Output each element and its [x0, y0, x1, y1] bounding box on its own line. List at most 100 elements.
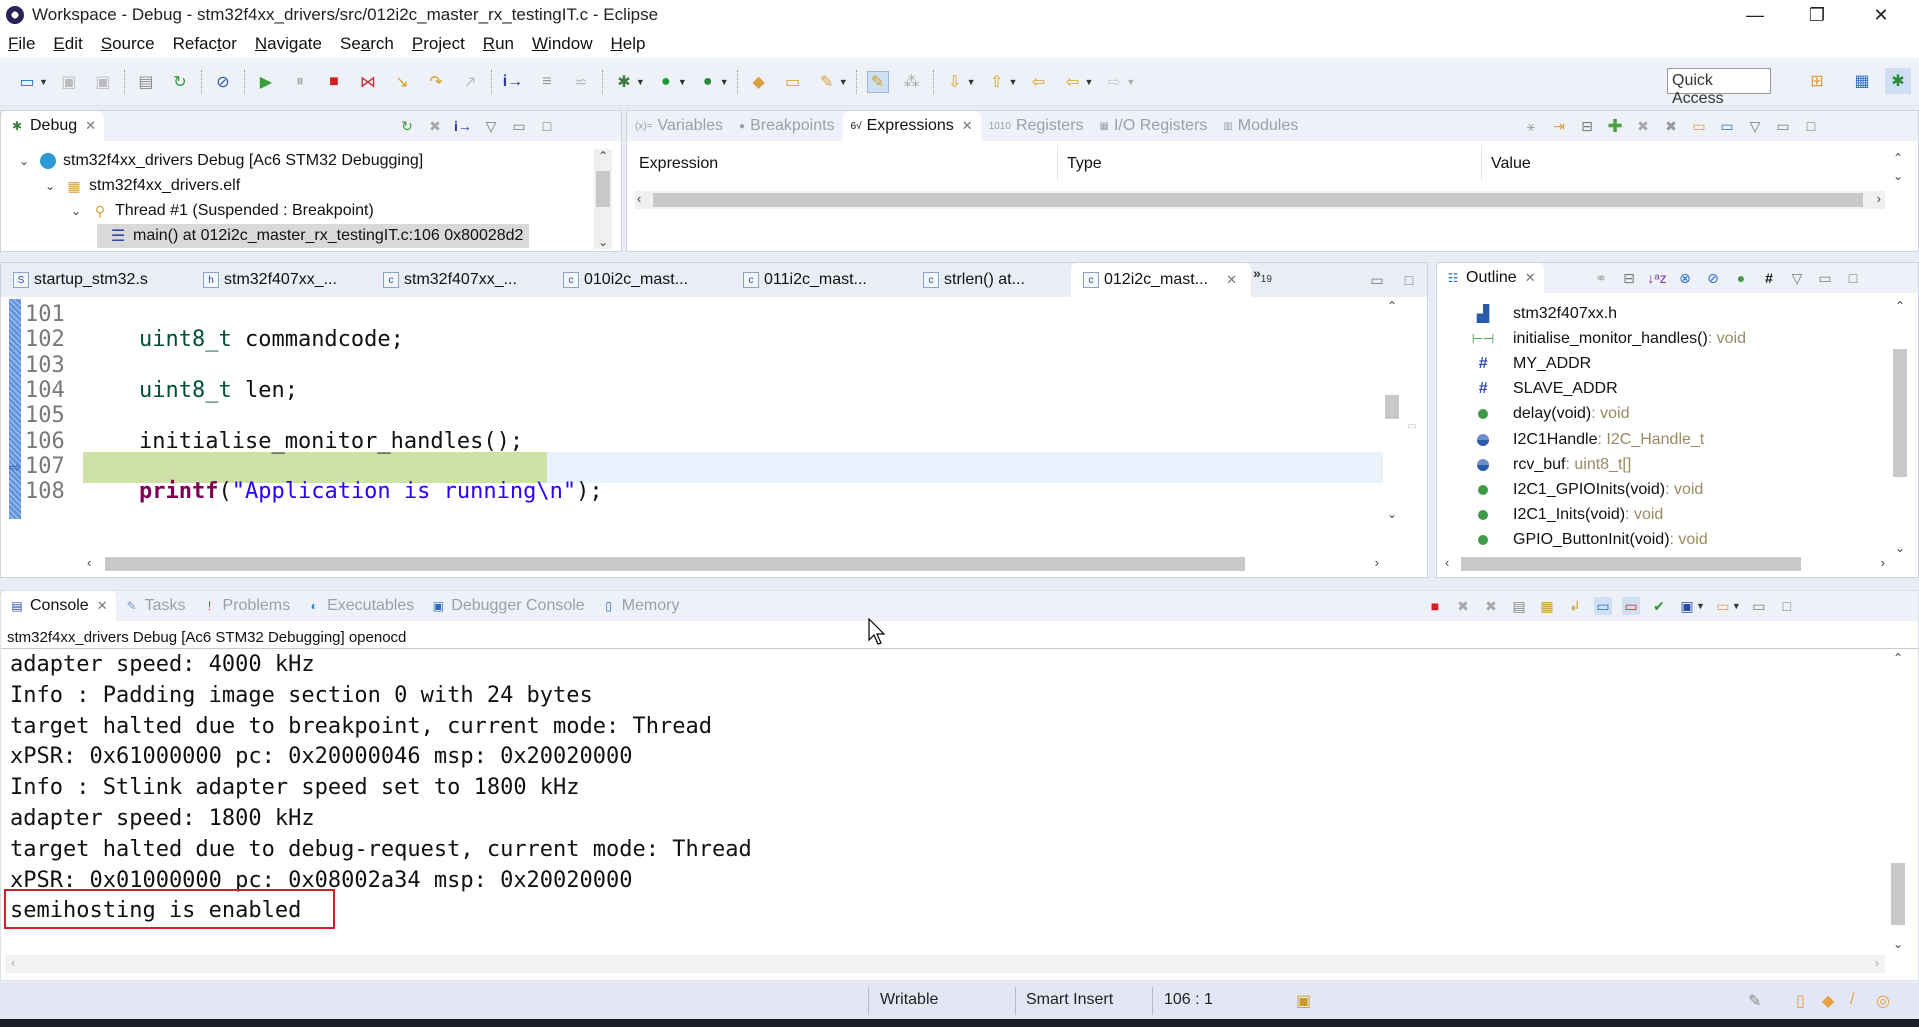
tab-console[interactable]: ▤ Console ✕	[1, 591, 116, 621]
save-icon[interactable]: ▣	[58, 71, 80, 93]
outline-item[interactable]: I2C1_GPIOInits(void) : void	[1437, 477, 1703, 502]
search-pen-icon[interactable]: ✎	[816, 71, 838, 93]
menu-file[interactable]: File	[8, 34, 35, 54]
remove-launch-icon[interactable]: ✖	[1454, 597, 1472, 615]
scroll-right-icon[interactable]: ›	[1881, 555, 1885, 570]
scroll-left-icon[interactable]: ‹	[11, 955, 15, 970]
quick-access-input[interactable]: Quick Access	[1667, 68, 1771, 107]
scroll-thumb[interactable]	[105, 557, 1245, 571]
tab-outline[interactable]: ☷ Outline ✕	[1437, 263, 1544, 293]
next-annotation-dropdown-icon[interactable]: ▼	[967, 77, 976, 87]
tab-problems[interactable]: ! Problems	[194, 591, 299, 621]
display-console-dropdown-icon[interactable]: ▼	[1696, 601, 1705, 611]
terminate-icon[interactable]: ■	[1426, 597, 1444, 615]
show-when-stderr-icon[interactable]: ▭	[1622, 597, 1640, 615]
next-annotation-icon[interactable]: ⇩	[944, 71, 966, 93]
new-dropdown-icon[interactable]: ▼	[39, 77, 48, 87]
debug-tree-item[interactable]: ⌄ ⚲ Thread #1 (Suspended : Breakpoint)	[71, 199, 374, 223]
editor-tab[interactable]: Sstartup_stm32.s	[1, 263, 191, 297]
scroll-down-icon[interactable]: ⌄	[1893, 169, 1903, 183]
scroll-thumb[interactable]	[596, 171, 610, 207]
display-console-icon[interactable]: ▣	[1678, 597, 1696, 615]
expand-chevron-icon[interactable]: ⌄	[45, 179, 57, 193]
maximize-editor-icon[interactable]: □	[1400, 271, 1418, 289]
scroll-lock-icon[interactable]: ▦	[1538, 597, 1556, 615]
link-with-editor-icon[interactable]: ⚭	[1592, 269, 1610, 287]
tab-debugger-console[interactable]: ▣ Debugger Console	[422, 591, 592, 621]
expand-chevron-icon[interactable]: ⌄	[71, 204, 83, 218]
word-wrap-icon[interactable]: ↲	[1566, 597, 1584, 615]
external-tools-icon[interactable]: ●	[697, 71, 719, 93]
menu-window[interactable]: Window	[532, 34, 592, 54]
scroll-right-icon[interactable]: ›	[1375, 555, 1379, 570]
show-type-names-icon[interactable]: ⚹	[1522, 117, 1540, 135]
debug-tree-item[interactable]: ⌄ ▦ stm32f4xx_drivers.elf	[45, 174, 240, 198]
editor-tab[interactable]: h stm32f407xx_...	[191, 263, 371, 297]
tab-modules[interactable]: ▥ Modules	[1215, 111, 1306, 141]
minimize-editor-icon[interactable]: ▭	[1368, 271, 1386, 289]
debug-tree-item[interactable]: ⌄ stm32f4xx_drivers Debug [Ac6 STM32 Debu…	[19, 149, 423, 173]
search-dropdown-icon[interactable]: ▼	[839, 77, 848, 87]
show-when-stdout-icon[interactable]: ▭	[1594, 597, 1612, 615]
close-tab-icon[interactable]: ✕	[962, 118, 973, 134]
run-icon[interactable]: ●	[655, 71, 677, 93]
scroll-thumb[interactable]	[1893, 349, 1907, 477]
build-status-icon[interactable]: ▣	[1296, 991, 1311, 1011]
menu-search[interactable]: Search	[340, 34, 394, 54]
debug-tree-scrollbar[interactable]: ⌃ ⌄	[594, 149, 612, 249]
disconnect-icon[interactable]: ⋈	[357, 71, 379, 93]
menu-navigate[interactable]: Navigate	[255, 34, 322, 54]
minimize-button[interactable]: —	[1732, 0, 1778, 30]
remove-all-expressions-icon[interactable]: ✖	[1662, 117, 1680, 135]
external-tools-dropdown-icon[interactable]: ▼	[720, 77, 729, 87]
close-tab-icon[interactable]: ✕	[97, 598, 108, 614]
outline-hscrollbar[interactable]: ‹ ›	[1443, 555, 1889, 573]
menu-edit[interactable]: Edit	[53, 34, 82, 54]
cpp-perspective-icon[interactable]: ▦	[1851, 70, 1873, 92]
remove-all-terminated-icon[interactable]: ✖	[1482, 597, 1500, 615]
hide-macros-icon[interactable]: #	[1760, 269, 1778, 287]
console-hscrollbar[interactable]: ‹ ›	[5, 955, 1885, 973]
prev-annotation-dropdown-icon[interactable]: ▼	[1009, 77, 1018, 87]
collapse-all-icon[interactable]: ⊟	[1578, 117, 1596, 135]
forward-dropdown-icon[interactable]: ▼	[1126, 77, 1135, 87]
outline-item[interactable]: delay(void) : void	[1437, 402, 1630, 427]
relaunch-icon[interactable]: ↻	[169, 71, 191, 93]
scroll-up-icon[interactable]: ⌃	[1383, 299, 1401, 313]
minimize-view-icon[interactable]: ▭	[1750, 597, 1768, 615]
close-tab-icon[interactable]: ✕	[1525, 270, 1536, 286]
open-folder-icon[interactable]: ▭	[782, 71, 804, 93]
hide-fields-icon[interactable]: ⊗	[1676, 269, 1694, 287]
minimize-view-icon[interactable]: ▭	[1774, 117, 1792, 135]
tutorial-icon[interactable]: ◆	[1822, 991, 1834, 1011]
terminate-icon[interactable]: ■	[323, 71, 345, 93]
outline-item[interactable]: GPIO_ButtonInit(void) : void	[1437, 528, 1708, 553]
skip-breakpoints-icon[interactable]: ⊘	[212, 71, 234, 93]
editor-hscrollbar[interactable]: ‹ ›	[83, 555, 1383, 573]
code-line[interactable]: 108 printf("Application is running\n");	[1, 476, 603, 507]
scroll-up-icon[interactable]: ⌃	[1893, 151, 1903, 165]
lifebuoy-icon[interactable]: ◎	[1876, 991, 1890, 1011]
expressions-hscrollbar[interactable]: ‹ ›	[635, 191, 1885, 209]
tab-breakpoints[interactable]: ● Breakpoints	[731, 111, 843, 141]
back-icon[interactable]: ⇦	[1061, 71, 1083, 93]
last-edit-location-icon[interactable]: ⇦	[1027, 71, 1049, 93]
menu-run[interactable]: Run	[483, 34, 514, 54]
outline-item[interactable]: # SLAVE_ADDR	[1437, 377, 1618, 402]
open-console-icon[interactable]: ▭	[1714, 597, 1732, 615]
remove-terminated-icon[interactable]: ✖	[426, 117, 444, 135]
prev-annotation-icon[interactable]: ⇧	[986, 71, 1008, 93]
toggle-mark-occurrences-icon[interactable]: ✎	[866, 70, 889, 93]
new-icon[interactable]: ▭	[16, 71, 38, 93]
back-dropdown-icon[interactable]: ▼	[1084, 77, 1093, 87]
pen-icon[interactable]: /	[1850, 991, 1854, 1009]
tab-expressions[interactable]: 6√ Expressions ✕	[842, 111, 981, 141]
scroll-up-icon[interactable]: ⌃	[1891, 299, 1909, 313]
scroll-down-icon[interactable]: ⌄	[594, 235, 612, 249]
tab-tasks[interactable]: ✎ Tasks	[116, 591, 194, 621]
debug-dropdown-icon[interactable]: ▼	[636, 77, 645, 87]
scroll-thumb[interactable]	[653, 193, 1863, 207]
debug-tree-item[interactable]: ☰ main() at 012i2c_master_rx_testingIT.c:…	[97, 224, 530, 248]
status-insert-mode[interactable]: Smart Insert	[1026, 991, 1113, 1009]
tab-debug[interactable]: ✱ Debug ✕	[1, 111, 105, 141]
